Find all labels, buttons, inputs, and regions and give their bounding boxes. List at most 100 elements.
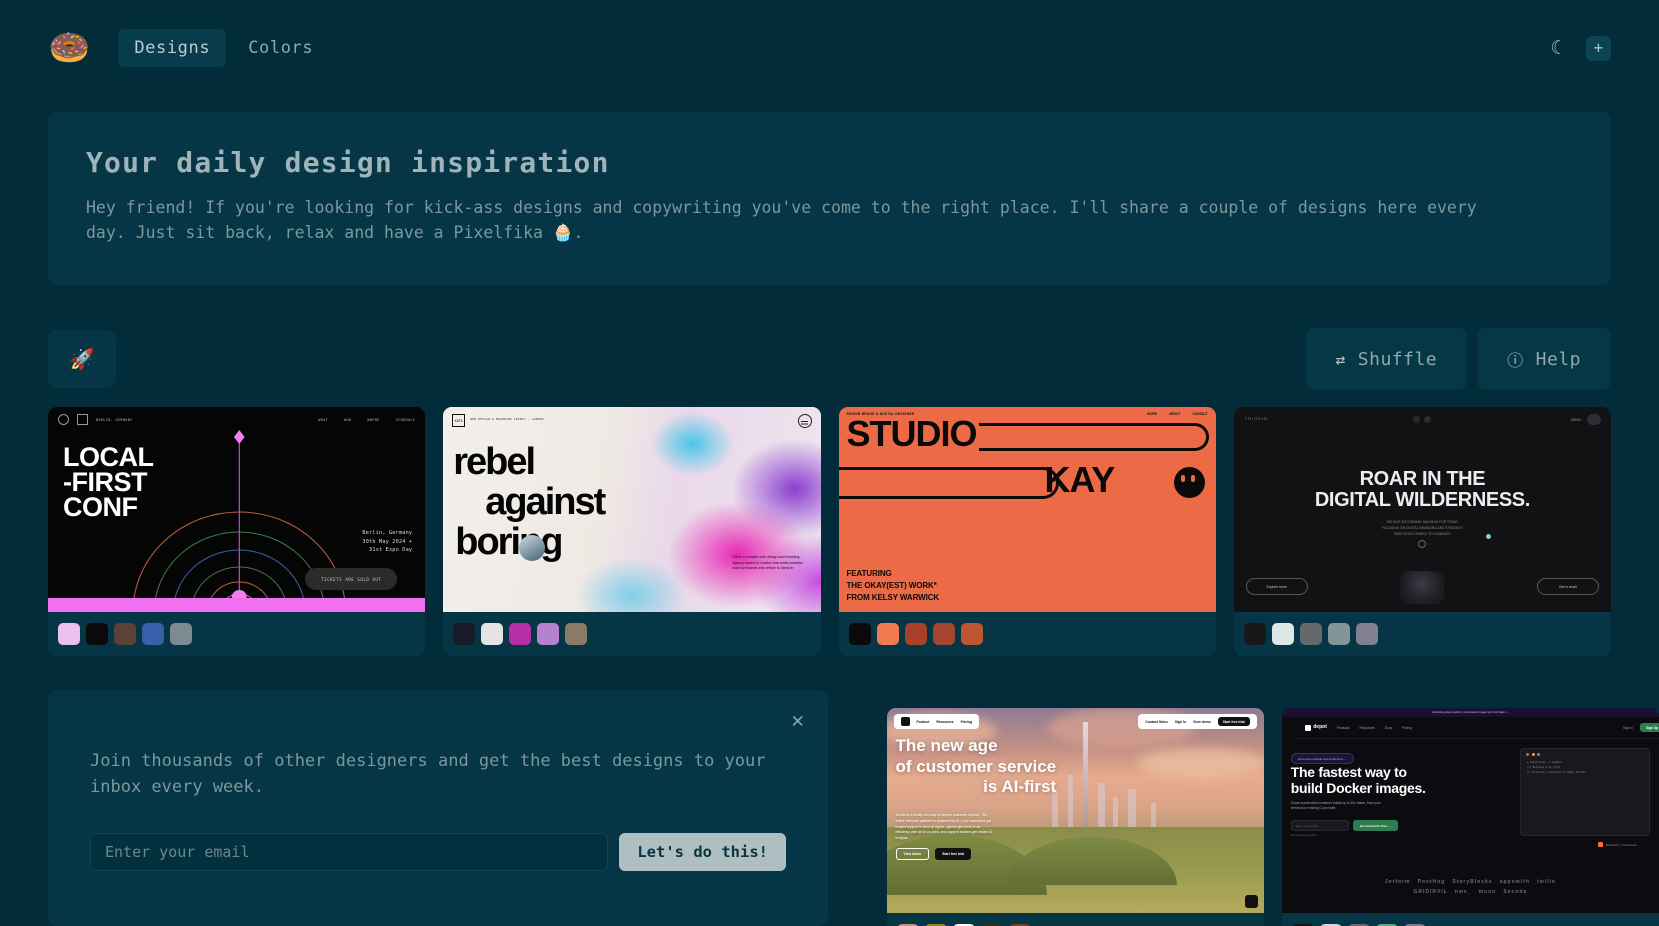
color-swatch[interactable] [58, 623, 80, 646]
palette-swatches [443, 612, 820, 656]
close-icon[interactable]: ✕ [791, 708, 804, 732]
studio-nav-item: CONTACT [1192, 412, 1208, 417]
donut-icon[interactable]: 🍩 [48, 31, 90, 65]
nav-item-colors[interactable]: Colors [232, 29, 329, 67]
color-swatch[interactable] [142, 623, 164, 646]
logo-item: twilio [1537, 879, 1556, 885]
design-thumbnail[interactable]: KOTA WEB DESIGN & BRANDING AGENCY — LOND… [443, 407, 821, 613]
palette-swatches [1234, 612, 1611, 656]
nav-item: Resources [936, 719, 954, 724]
terminal-titlebar [1521, 749, 1649, 760]
newsletter-text: Join thousands of other designers and ge… [90, 751, 766, 798]
depot-logo: depot [1304, 724, 1327, 731]
color-swatch[interactable] [509, 623, 532, 646]
explore-button[interactable]: Explore more [1245, 578, 1308, 596]
design-card-roar-digital-wilderness[interactable]: TRIOXIN MENU ROAR IN THE DIGITAL WILDERN… [1233, 407, 1611, 657]
color-swatch[interactable] [960, 623, 983, 646]
page-title: Your daily design inspiration [86, 146, 610, 179]
logo-item: GRIDIRVIL [1413, 889, 1448, 895]
color-swatch[interactable] [932, 623, 955, 646]
headline-line: is AI-first [983, 777, 1057, 797]
design-thumbnail[interactable]: SENIOR BRAND & DIGITAL DESIGNER WORK ABO… [838, 407, 1216, 613]
moon-icon[interactable]: ☾ [1551, 37, 1562, 59]
headline-line: CONF [63, 492, 138, 523]
featuring-line: FEATURING [846, 569, 892, 579]
design-card-studio-kay[interactable]: SENIOR BRAND & DIGITAL DESIGNER WORK ABO… [838, 407, 1216, 657]
logo-item: PostHog [1417, 879, 1446, 885]
toolbar: 🚀 ⇄ Shuffle ⓘ Help [48, 328, 1611, 391]
color-swatch[interactable] [1327, 623, 1350, 646]
logos-row: GRIDIRVIL nwx_ moon Secoda [1282, 887, 1659, 897]
color-swatch[interactable] [453, 623, 476, 646]
email-field: Enter your email [1290, 820, 1349, 831]
account-nav[interactable]: Contact Sales Sign In View demo Start fr… [1138, 714, 1257, 729]
design-card-local-first-conf[interactable]: BERLIN, GERMANY WHAT WHO WHERE SCHEDULE [48, 407, 426, 657]
signup-button: Sign Up [1639, 723, 1659, 732]
view-demo-button: View demo [895, 848, 930, 860]
headline-line: STUDIO [846, 413, 978, 455]
conf-meta: Berlin, Germany 30th May 2024 + 31st Exp… [362, 529, 412, 555]
design-card-depot-docker[interactable]: Introducing depot registry: pull contain… [1281, 708, 1659, 926]
studio-nav: WORK ABOUT CONTACT [1147, 412, 1208, 416]
design-thumbnail[interactable]: Product Resources Pricing Contact Sales … [886, 708, 1264, 913]
nav-item: Products [1336, 725, 1350, 730]
email-input[interactable]: Enter your email [90, 832, 609, 871]
color-swatch[interactable] [565, 623, 588, 646]
rocket-button[interactable]: 🚀 [48, 330, 116, 389]
color-swatch[interactable] [1243, 623, 1266, 646]
color-swatch[interactable] [537, 623, 560, 646]
color-swatch[interactable] [1299, 623, 1322, 646]
shuffle-button[interactable]: ⇄ Shuffle [1305, 328, 1468, 391]
logo-item: appsmith [1499, 879, 1530, 885]
menu-icon [1587, 414, 1601, 426]
palette-swatches [839, 612, 1216, 656]
color-swatch[interactable] [114, 623, 136, 646]
color-swatch[interactable] [170, 623, 192, 646]
design-card-kota-rebel[interactable]: KOTA WEB DESIGN & BRANDING AGENCY — LOND… [443, 407, 821, 657]
color-swatch[interactable] [481, 623, 504, 646]
design-thumbnail[interactable]: Introducing depot registry: pull contain… [1281, 708, 1659, 913]
hero-subtitle: Hey friend! If you're looking for kick-a… [86, 198, 1477, 243]
color-swatch[interactable] [1355, 623, 1378, 646]
subscribe-button[interactable]: Let's do this! [619, 832, 786, 871]
palette-swatches [887, 913, 1264, 926]
hero-banner: Your daily design inspiration Hey friend… [48, 112, 1611, 286]
design-card-ai-customer-service[interactable]: Product Resources Pricing Contact Sales … [886, 708, 1264, 926]
nav-item: Product [916, 719, 930, 724]
add-button[interactable]: + [1586, 35, 1611, 61]
palette-swatches [48, 612, 425, 656]
product-nav[interactable]: Product Resources Pricing [893, 714, 980, 729]
nav-item: View demo [1193, 719, 1211, 724]
menu-icon[interactable] [797, 414, 812, 429]
nav-item: Sign In [1174, 719, 1187, 724]
color-swatch[interactable] [904, 623, 927, 646]
nav-item-designs[interactable]: Designs [118, 29, 227, 67]
featuring-line: FROM KELSY WARWICK [846, 593, 940, 603]
headline-line: The fastest way to [1290, 764, 1407, 780]
trioxin-brand: TRIOXIN [1244, 416, 1268, 422]
headline-line: of customer service [895, 756, 1057, 776]
depot-headline: The fastest way to build Docker images. [1291, 764, 1426, 797]
ai-headline: The new age of customer service is AI-fi… [896, 736, 1057, 798]
studio-featuring: FEATURING THE OKAY(EST) WORK* FROM KELSY… [847, 568, 940, 604]
backed-by-badge: Backed by Y Combinator [1598, 842, 1637, 847]
design-thumbnail[interactable]: TRIOXIN MENU ROAR IN THE DIGITAL WILDERN… [1233, 407, 1611, 613]
help-button[interactable]: ⓘ Help [1477, 328, 1611, 391]
contact-button[interactable]: Get in touch [1537, 578, 1599, 596]
color-swatch[interactable] [86, 623, 108, 646]
roar-subtext: WE DIVE INTO BRAND BUILDING FOR TODAY FO… [1234, 520, 1611, 538]
headline-line: boring [455, 521, 563, 564]
roar-headline: ROAR IN THE DIGITAL WILDERNESS. [1234, 469, 1611, 511]
color-swatch[interactable] [1271, 623, 1294, 646]
ai-paragraph: AI-first is a totally new way to deliver… [895, 813, 993, 841]
rocket-icon: 🚀 [69, 347, 95, 372]
color-swatch[interactable] [876, 623, 899, 646]
nav-item: Docs [1384, 725, 1392, 730]
logo-item: Jotform [1384, 879, 1411, 885]
start-trial-button: Start free trial [935, 848, 972, 860]
meta-line: 30th May 2024 + [362, 538, 413, 545]
design-thumbnail[interactable]: BERLIN, GERMANY WHAT WHO WHERE SCHEDULE [48, 407, 426, 613]
color-swatch[interactable] [848, 623, 871, 646]
menu-button[interactable]: MENU [1571, 414, 1601, 426]
studio-nav-item: ABOUT [1169, 412, 1181, 417]
